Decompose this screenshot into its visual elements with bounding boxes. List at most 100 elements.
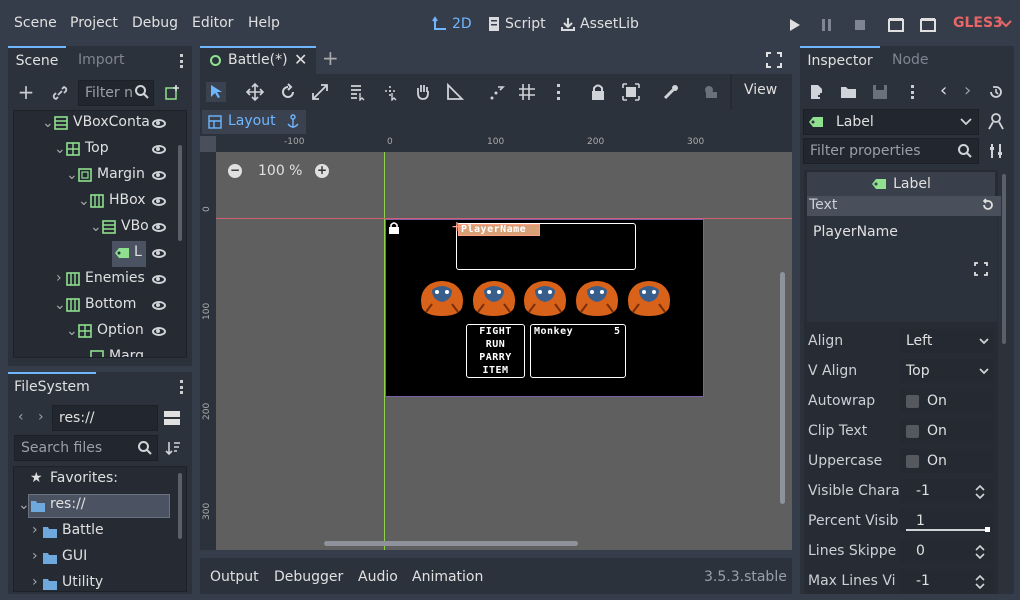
expand-editor-icon[interactable]	[974, 262, 988, 276]
tree-item-vbox[interactable]: ⌄ VBo	[14, 215, 178, 241]
more-options-icon[interactable]	[180, 380, 184, 394]
tab-scene[interactable]: Scene	[8, 46, 66, 74]
tree-item-margin[interactable]: ⌄ Margin	[14, 163, 178, 189]
split-view-icon[interactable]	[163, 409, 181, 427]
layout-button[interactable]: Layout	[202, 110, 306, 134]
menu-scene[interactable]: Scene	[14, 15, 57, 31]
visibility-icon[interactable]	[152, 171, 166, 180]
tree-item-marg[interactable]: ⌄ Marg	[14, 345, 178, 357]
play-custom-scene-icon[interactable]	[919, 17, 937, 33]
filter-properties-input[interactable]: Filter properties	[803, 138, 979, 164]
add-node-icon[interactable]: +	[16, 80, 36, 104]
scale-icon[interactable]	[311, 83, 329, 101]
vertical-scrollbar[interactable]	[780, 272, 785, 504]
save-icon[interactable]	[872, 84, 888, 100]
debugger-tab[interactable]: Debugger	[274, 569, 343, 585]
tools-icon[interactable]	[989, 143, 1005, 159]
tree-item-label-selected[interactable]: L	[14, 241, 178, 267]
filesystem-scrollbar[interactable]	[178, 473, 182, 539]
folder-battle[interactable]: › Battle	[14, 519, 178, 545]
inspector-scrollbar[interactable]	[1002, 174, 1006, 344]
autowrap-checkbox[interactable]: On	[900, 389, 994, 413]
sort-icon[interactable]	[165, 440, 181, 456]
stop-icon[interactable]	[853, 18, 867, 32]
object-properties-icon[interactable]	[987, 112, 1005, 130]
instance-scene-icon[interactable]	[164, 84, 182, 102]
zoom-out-icon[interactable]: −	[228, 164, 242, 178]
history-back-icon[interactable]: ‹	[940, 80, 947, 101]
revert-icon[interactable]	[981, 198, 995, 212]
visibility-icon[interactable]	[152, 301, 166, 310]
tab-filesystem[interactable]: FileSystem	[8, 372, 96, 400]
menu-debug[interactable]: Debug	[132, 15, 178, 31]
history-icon[interactable]	[988, 84, 1004, 100]
list-select-icon[interactable]	[349, 83, 367, 101]
menu-editor[interactable]: Editor	[192, 15, 233, 31]
folder-gui[interactable]: › GUI	[14, 545, 178, 571]
tab-node[interactable]: Node	[892, 52, 929, 68]
section-label-header[interactable]: Label	[807, 172, 995, 196]
tab-battle[interactable]: Battle(*) ✕	[200, 46, 316, 74]
player-name-label[interactable]: PlayerName	[458, 224, 540, 236]
res-root-item[interactable]: ⌄ res://	[14, 493, 178, 519]
node-type-selector[interactable]: Label	[803, 109, 979, 135]
new-tab-icon[interactable]: +	[322, 46, 339, 70]
tree-item-vboxcontainer[interactable]: ⌄ VBoxConta	[14, 111, 178, 137]
visibility-icon[interactable]	[152, 249, 166, 258]
visibility-icon[interactable]	[152, 327, 166, 336]
back-arrow-icon[interactable]: ‹	[18, 409, 24, 425]
visibility-icon[interactable]	[152, 223, 166, 232]
snap-options-icon[interactable]	[557, 84, 561, 100]
spinner-arrows-icon[interactable]	[975, 485, 985, 499]
workspace-2d-button[interactable]: 2D	[432, 14, 472, 34]
workspace-script-button[interactable]: Script	[487, 14, 546, 34]
spinner-arrows-icon[interactable]	[975, 575, 985, 589]
menu-help[interactable]: Help	[248, 15, 280, 31]
workspace-assetlib-button[interactable]: AssetLib	[560, 14, 639, 34]
visibility-icon[interactable]	[152, 275, 166, 284]
grid-snap-icon[interactable]	[518, 83, 536, 101]
tree-item-top[interactable]: ⌄ Top	[14, 137, 178, 163]
spinner-arrows-icon[interactable]	[975, 545, 985, 559]
move-icon[interactable]	[246, 83, 264, 101]
distraction-free-icon[interactable]	[766, 52, 782, 68]
pivot-icon[interactable]	[382, 83, 400, 101]
visibility-icon[interactable]	[152, 119, 166, 128]
clip-text-checkbox[interactable]: On	[900, 419, 994, 443]
play-icon[interactable]	[789, 18, 801, 32]
new-resource-icon[interactable]	[809, 84, 825, 100]
tab-inspector[interactable]: Inspector	[800, 46, 880, 74]
zoom-in-icon[interactable]: +	[315, 164, 329, 178]
visibility-icon[interactable]	[152, 197, 166, 206]
zoom-level[interactable]: 100 %	[258, 163, 302, 179]
output-tab[interactable]: Output	[210, 569, 259, 585]
audio-tab[interactable]: Audio	[358, 569, 398, 585]
slider-grabber[interactable]	[985, 527, 990, 532]
group-icon[interactable]	[622, 83, 640, 101]
renderer-selector[interactable]: GLES3	[953, 15, 1003, 31]
open-folder-icon[interactable]	[840, 84, 858, 100]
path-field[interactable]: res://	[52, 405, 158, 431]
camera-override-icon[interactable]	[702, 83, 720, 101]
pan-hand-icon[interactable]	[414, 83, 432, 101]
animation-tab[interactable]: Animation	[412, 569, 483, 585]
menu-project[interactable]: Project	[70, 15, 118, 31]
scene-tree-scrollbar[interactable]	[178, 145, 182, 241]
close-icon[interactable]: ✕	[294, 50, 307, 69]
uppercase-checkbox[interactable]: On	[900, 449, 994, 473]
more-options-icon[interactable]	[911, 85, 915, 99]
canvas-viewport[interactable]: -100 0 100 200 300 0 100 200 300 − 100 %…	[200, 136, 792, 550]
tab-import[interactable]: Import	[78, 52, 124, 68]
forward-arrow-icon[interactable]: ›	[38, 409, 44, 425]
tree-item-bottom[interactable]: ⌄ Bottom	[14, 293, 178, 319]
tree-item-enemies[interactable]: › Enemies	[14, 267, 178, 293]
rotate-icon[interactable]	[279, 83, 297, 101]
tree-item-option[interactable]: ⌄ Option	[14, 319, 178, 345]
skeleton-icon[interactable]	[662, 83, 680, 101]
more-options-icon[interactable]	[180, 54, 184, 68]
folder-utility[interactable]: › Utility	[14, 571, 178, 591]
pause-icon[interactable]	[821, 18, 833, 32]
smart-snap-icon[interactable]	[488, 83, 506, 101]
ruler-icon[interactable]	[446, 83, 464, 101]
play-scene-icon[interactable]	[887, 17, 905, 33]
